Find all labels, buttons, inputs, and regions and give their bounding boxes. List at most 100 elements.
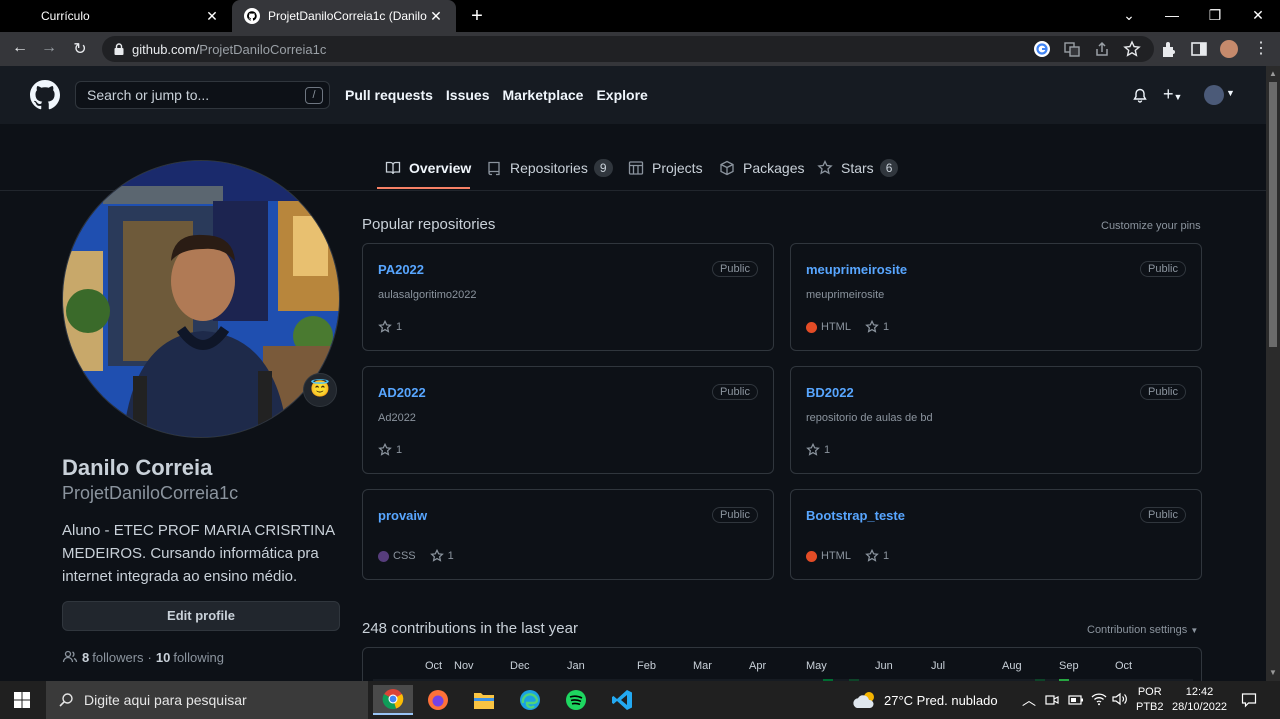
firefox-app-icon[interactable] <box>418 685 458 715</box>
visibility-badge: Public <box>1140 261 1186 277</box>
nav-issues[interactable]: Issues <box>446 87 490 103</box>
tab-stars[interactable]: Stars 6 <box>817 156 899 180</box>
pinned-repo-card: BD2022 Public repositorio de aulas de bd 1 <box>790 366 1202 474</box>
system-clock[interactable]: 12:42 28/10/2022 <box>1172 681 1227 719</box>
tab-overview[interactable]: Overview <box>385 156 471 180</box>
address-bar[interactable]: github.com/ProjetDaniloCorreia1c <box>102 36 1154 62</box>
reload-button[interactable]: ↻ <box>69 39 91 59</box>
month-label: Nov <box>454 660 474 672</box>
profile-bio: Aluno - ETEC PROF MARIA CRISRTINA MEDEIR… <box>62 522 335 585</box>
share-icon[interactable] <box>1093 40 1111 58</box>
star-icon[interactable] <box>865 549 879 563</box>
repo-language: HTML <box>821 550 851 562</box>
repo-name-link[interactable]: meuprimeirosite <box>806 262 907 277</box>
nav-pull-requests[interactable]: Pull requests <box>345 87 433 103</box>
following-count[interactable]: 10 <box>156 650 170 665</box>
scrollbar-thumb[interactable] <box>1269 82 1277 347</box>
new-tab-button[interactable]: + <box>466 5 488 28</box>
customize-pins-link[interactable]: Customize your pins <box>1101 220 1201 232</box>
user-avatar-menu[interactable] <box>1204 85 1224 105</box>
repo-star-count[interactable]: 1 <box>883 550 889 562</box>
github-logo-icon[interactable] <box>30 80 60 110</box>
status-emoji-button[interactable]: 😇 <box>303 373 337 407</box>
avatar-caret-icon[interactable]: ▼ <box>1226 88 1235 98</box>
file-explorer-app-icon[interactable] <box>464 685 504 715</box>
chrome-app-icon[interactable] <box>373 685 413 715</box>
nav-marketplace[interactable]: Marketplace <box>503 87 584 103</box>
scroll-down-arrow-icon[interactable]: ▼ <box>1269 668 1277 677</box>
repo-name-link[interactable]: BD2022 <box>806 385 854 400</box>
visibility-badge: Public <box>712 507 758 523</box>
followers-count[interactable]: 8 <box>82 650 89 665</box>
pinned-repo-card: meuprimeirosite Public meuprimeirosite HTML… <box>790 243 1202 351</box>
profile-full-name: Danilo Correia <box>62 455 213 480</box>
star-icon[interactable] <box>865 320 879 334</box>
minimize-button[interactable]: — <box>1150 0 1194 30</box>
bookmark-star-icon[interactable] <box>1123 40 1141 58</box>
repo-star-count[interactable]: 1 <box>448 550 454 562</box>
tab-projects[interactable]: Projects <box>628 156 703 180</box>
create-new-plus-icon[interactable]: +▼ <box>1163 84 1182 105</box>
browser-menu-icon[interactable]: ⋮ <box>1250 38 1272 58</box>
tab-repositories[interactable]: Repositories 9 <box>486 156 613 180</box>
notification-center-icon[interactable] <box>1241 692 1257 708</box>
notifications-bell-icon[interactable] <box>1132 88 1148 104</box>
spotify-app-icon[interactable] <box>556 685 596 715</box>
language-color-dot <box>806 321 817 333</box>
tab-packages[interactable]: Packages <box>719 156 804 180</box>
repo-name-link[interactable]: AD2022 <box>378 385 426 400</box>
nav-explore[interactable]: Explore <box>596 87 647 103</box>
back-button[interactable]: ← <box>9 39 31 59</box>
input-language-indicator[interactable]: POR PTB2 <box>1136 681 1164 719</box>
extensions-icon[interactable] <box>1160 40 1178 58</box>
following-label[interactable]: following <box>173 650 224 665</box>
edge-app-icon[interactable] <box>510 685 550 715</box>
repo-star-count[interactable]: 1 <box>396 444 402 456</box>
browser-profile-avatar[interactable] <box>1220 40 1238 58</box>
close-tab-icon[interactable]: ✕ <box>428 8 444 25</box>
repo-name-link[interactable]: PA2022 <box>378 262 424 277</box>
repo-star-count[interactable]: 1 <box>824 444 830 456</box>
spotify-icon <box>566 690 586 710</box>
scroll-up-arrow-icon[interactable]: ▲ <box>1269 69 1277 78</box>
battery-icon[interactable] <box>1068 694 1084 706</box>
taskbar-search-input[interactable]: Digite aqui para pesquisar <box>46 681 368 719</box>
show-hidden-icons-chevron-icon[interactable]: ︿ <box>1022 681 1036 719</box>
meet-now-icon[interactable] <box>1045 693 1059 707</box>
repo-star-count[interactable]: 1 <box>396 321 402 333</box>
repo-name-link[interactable]: provaiw <box>378 508 427 523</box>
contribution-settings-dropdown[interactable]: Contribution settings ▼ <box>1087 624 1198 636</box>
google-icon[interactable] <box>1033 40 1051 58</box>
browser-tab-github[interactable]: ProjetDaniloCorreia1c (Danilo Co ✕ <box>232 0 456 32</box>
maximize-button[interactable]: ❐ <box>1193 0 1237 30</box>
page-scrollbar[interactable]: ▲ ▼ <box>1266 66 1280 681</box>
repo-star-count[interactable]: 1 <box>883 321 889 333</box>
forward-button[interactable]: → <box>38 39 60 59</box>
wifi-icon[interactable] <box>1091 692 1107 706</box>
repo-name-link[interactable]: Bootstrap_teste <box>806 508 905 523</box>
close-window-button[interactable]: ✕ <box>1236 0 1280 30</box>
side-panel-icon[interactable] <box>1190 40 1208 58</box>
browser-tab-curriculo[interactable]: Currículo ✕ <box>0 0 232 32</box>
tab-search-chevron-icon[interactable]: ⌄ <box>1107 0 1151 30</box>
translate-icon[interactable] <box>1063 40 1081 58</box>
star-icon[interactable] <box>806 443 820 457</box>
repo-meta: 1 <box>378 320 402 334</box>
profile-avatar[interactable] <box>62 160 340 438</box>
weather-widget[interactable]: 27°C Pred. nublado <box>884 681 998 719</box>
vscode-app-icon[interactable] <box>602 685 642 715</box>
contributions-title: 248 contributions in the last year <box>362 620 578 637</box>
edit-profile-button[interactable]: Edit profile <box>62 601 340 631</box>
visibility-badge: Public <box>1140 507 1186 523</box>
close-tab-icon[interactable]: ✕ <box>204 8 220 25</box>
star-icon[interactable] <box>429 549 444 563</box>
followers-label[interactable]: followers <box>92 650 143 665</box>
active-tab-indicator <box>377 187 470 189</box>
volume-icon[interactable] <box>1112 692 1128 706</box>
star-icon[interactable] <box>378 320 392 334</box>
repo-meta: HTML 1 <box>806 320 889 334</box>
repo-meta: 1 <box>806 443 830 457</box>
search-input[interactable]: Search or jump to... / <box>75 81 330 109</box>
windows-start-icon[interactable] <box>14 692 30 708</box>
star-icon[interactable] <box>378 443 392 457</box>
